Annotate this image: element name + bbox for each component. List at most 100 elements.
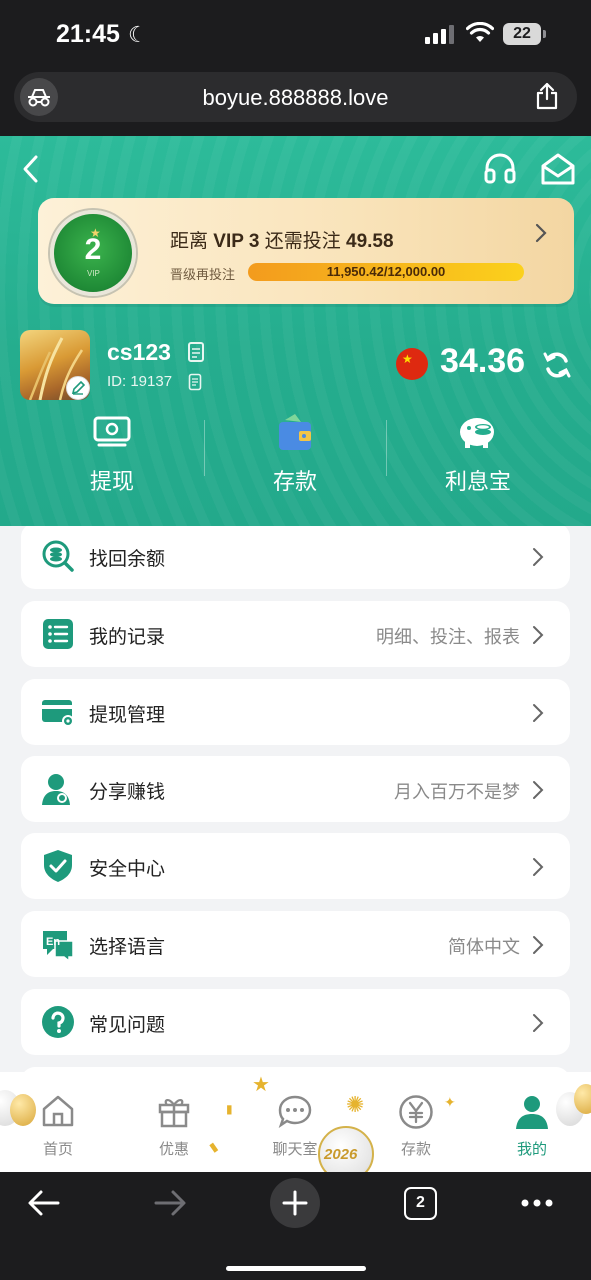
- back-icon[interactable]: [20, 154, 42, 184]
- menu-select-language[interactable]: En 选择语言 简体中文: [21, 911, 570, 977]
- browser-back-icon[interactable]: [26, 1186, 62, 1220]
- vip-progress-text: 11,950.42/12,000.00: [326, 264, 446, 279]
- withdraw-label: 提现: [89, 469, 134, 494]
- vip-title-prefix: 距离: [170, 231, 209, 252]
- avatar[interactable]: [20, 330, 90, 400]
- tab-profile[interactable]: 我的: [487, 1094, 577, 1159]
- menu-withdraw-management[interactable]: 提现管理: [21, 679, 570, 745]
- withdraw-icon: [93, 416, 131, 447]
- bottom-tab-bar: ★ ✦ ✺ ▮ ▮ 首页 优惠 聊天室 存款 我的 2026: [0, 1072, 591, 1172]
- user-id: ID: 19137: [107, 373, 173, 390]
- vip-remaining-amount: 49.58: [346, 231, 394, 252]
- vip-progress-card[interactable]: ★ 2 VIP 距离 VIP 3 还需投注 49.58 晋级再投注 11,950…: [38, 198, 574, 304]
- menu-value: 明细、投注、报表: [376, 627, 520, 647]
- chevron-right-icon: [533, 1014, 544, 1032]
- headset-icon[interactable]: [483, 152, 517, 184]
- tab-label: 首页: [42, 1141, 73, 1158]
- plus-icon: [282, 1190, 308, 1216]
- status-time: 21:45: [56, 20, 120, 48]
- withdraw-button[interactable]: 提现: [22, 408, 202, 508]
- wallet-icon: [279, 414, 311, 450]
- refresh-icon[interactable]: [542, 350, 572, 380]
- card-settings-icon: [42, 700, 74, 727]
- vip-level-badge: ★ 2 VIP: [50, 210, 136, 296]
- chevron-right-icon[interactable]: [534, 222, 548, 244]
- edit-avatar-icon[interactable]: [66, 376, 90, 400]
- menu-value: 月入百万不是梦: [394, 782, 520, 802]
- browser-forward-icon[interactable]: [152, 1186, 188, 1220]
- browser-address-area: boyue.888888.love: [0, 66, 591, 136]
- chevron-right-icon: [533, 936, 544, 954]
- menu-recover-balance[interactable]: 找回余额: [21, 526, 570, 589]
- coin-search-icon: [42, 540, 74, 572]
- chevron-right-icon: [533, 704, 544, 722]
- battery-icon: 22: [503, 23, 546, 45]
- settings-menu: 找回余额 我的记录 明细、投注、报表 提现管理 分享赚钱 月入百万不是梦 安全中…: [0, 526, 591, 1072]
- language-icon: En: [43, 931, 74, 961]
- quick-actions: 提现 存款 利息宝: [0, 408, 591, 508]
- china-flag-icon: ★: [396, 348, 428, 380]
- menu-faq[interactable]: 常见问题: [21, 989, 570, 1055]
- vip-title: 距离 VIP 3 还需投注 49.58: [170, 226, 394, 253]
- menu-share-earn[interactable]: 分享赚钱 月入百万不是梦: [21, 756, 570, 822]
- menu-label: 选择语言: [89, 937, 166, 958]
- records-list-icon: [43, 619, 73, 649]
- menu-label: 分享赚钱: [89, 782, 166, 803]
- username: cs123: [107, 339, 171, 365]
- vip-progress-bar: 11,950.42/12,000.00: [248, 263, 524, 281]
- tab-switcher-button[interactable]: 2: [404, 1187, 437, 1220]
- wallet-balance: 34.36: [440, 342, 526, 380]
- tab-promotions[interactable]: 优惠: [129, 1094, 219, 1159]
- star-decoration: ✺: [346, 1092, 365, 1117]
- deposit-button[interactable]: 存款: [205, 408, 385, 508]
- star-decoration: ▮: [226, 1102, 233, 1116]
- ornament-text: 2026: [324, 1146, 358, 1163]
- menu-label: 提现管理: [89, 705, 166, 726]
- menu-label: 安全中心: [89, 859, 166, 880]
- cellular-signal-icon: [425, 24, 454, 44]
- moon-icon: ☾: [128, 22, 148, 47]
- vip-target-level: VIP 3: [213, 231, 260, 252]
- wifi-icon: [466, 22, 494, 42]
- vip-title-middle: 还需投注: [264, 231, 341, 252]
- star-icon: ★: [90, 226, 101, 240]
- menu-my-records[interactable]: 我的记录 明细、投注、报表: [21, 601, 570, 667]
- mail-icon[interactable]: [540, 152, 576, 186]
- menu-label: 我的记录: [89, 627, 166, 648]
- copy-id-icon[interactable]: [188, 373, 202, 391]
- yen-icon: [399, 1095, 433, 1129]
- gift-icon: [158, 1099, 190, 1128]
- tab-label: 优惠: [158, 1141, 189, 1158]
- menu-label: 找回余额: [89, 549, 166, 570]
- tab-deposit[interactable]: 存款: [371, 1094, 461, 1159]
- chevron-right-icon: [533, 781, 544, 799]
- chat-icon: [278, 1095, 312, 1128]
- menu-value: 简体中文: [448, 937, 520, 957]
- shield-check-icon: [44, 850, 72, 882]
- new-tab-button[interactable]: [270, 1178, 320, 1228]
- copy-username-icon[interactable]: [187, 341, 205, 363]
- tab-label: 我的: [516, 1141, 547, 1158]
- home-indicator: [226, 1266, 366, 1271]
- tab-home[interactable]: 首页: [13, 1094, 103, 1159]
- address-bar[interactable]: boyue.888888.love: [14, 72, 577, 122]
- chevron-right-icon: [533, 548, 544, 566]
- home-icon: [42, 1095, 74, 1127]
- interest-button[interactable]: 利息宝: [388, 408, 568, 508]
- chevron-right-icon: [533, 626, 544, 644]
- tab-label: 存款: [400, 1141, 431, 1158]
- share-icon[interactable]: [535, 82, 559, 110]
- share-user-icon: [42, 774, 70, 805]
- svg-text:En: En: [46, 936, 60, 948]
- menu-security-center[interactable]: 安全中心: [21, 833, 570, 899]
- vip-badge-tag: VIP: [87, 269, 100, 278]
- url-text[interactable]: boyue.888888.love: [14, 85, 577, 111]
- more-icon[interactable]: [520, 1198, 554, 1208]
- vip-progress-label: 晋级再投注: [170, 267, 236, 282]
- deposit-label: 存款: [272, 469, 317, 494]
- account-header: ★ 2 VIP 距离 VIP 3 还需投注 49.58 晋级再投注 11,950…: [0, 136, 591, 526]
- new-year-ornament: 2026: [318, 1126, 374, 1172]
- interest-label: 利息宝: [444, 469, 511, 494]
- piggy-bank-icon: [460, 418, 494, 448]
- profile-icon: [516, 1096, 548, 1129]
